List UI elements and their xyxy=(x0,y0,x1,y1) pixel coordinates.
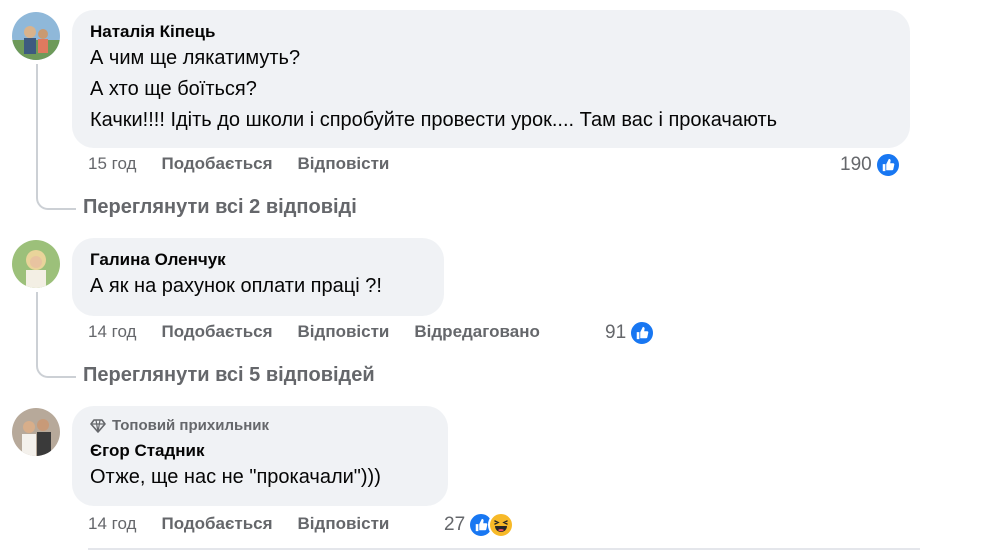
comment-text-line: Отже, ще нас не "прокачали"))) xyxy=(90,466,381,488)
comment-timestamp[interactable]: 15 год xyxy=(88,154,136,174)
top-fan-badge[interactable]: Топовий прихильник xyxy=(90,416,432,436)
comment-actions: 14 год Подобається Відповісти Відредагов… xyxy=(88,322,540,342)
comment-timestamp[interactable]: 14 год xyxy=(88,322,136,342)
reaction-summary[interactable]: 190 xyxy=(840,152,901,178)
comment-author[interactable]: Наталія Кіпець xyxy=(90,21,894,43)
comment-text-line: А чим ще лякатимуть? xyxy=(90,47,301,69)
reaction-summary[interactable]: 27 xyxy=(444,512,515,538)
like-button[interactable]: Подобається xyxy=(161,322,272,342)
view-replies-link[interactable]: Переглянути всі 2 відповіді xyxy=(83,196,357,219)
comment-timestamp[interactable]: 14 год xyxy=(88,514,136,534)
diamond-icon xyxy=(90,419,106,433)
next-comment-edge xyxy=(88,548,920,550)
like-icon xyxy=(874,152,901,178)
comment-bubble: Галина Оленчук А як на рахунок оплати пр… xyxy=(72,238,444,316)
reaction-count: 27 xyxy=(444,514,466,535)
reply-button[interactable]: Відповісти xyxy=(298,154,390,174)
thread-line xyxy=(36,64,38,184)
comment-actions: 15 год Подобається Відповісти xyxy=(88,154,389,174)
reaction-count: 91 xyxy=(605,322,627,343)
thread-hook xyxy=(36,352,76,378)
comment-text-line: Качки!!!! Ідіть до школи і спробуйте про… xyxy=(90,109,778,131)
avatar[interactable] xyxy=(12,240,60,288)
thread-hook xyxy=(36,184,76,210)
reply-button[interactable]: Відповісти xyxy=(298,322,390,342)
reply-button[interactable]: Відповісти xyxy=(298,514,390,534)
haha-icon xyxy=(488,512,515,538)
edited-label[interactable]: Відредаговано xyxy=(414,322,539,342)
thread-line xyxy=(36,292,38,352)
reaction-count: 190 xyxy=(840,154,872,175)
like-button[interactable]: Подобається xyxy=(161,154,272,174)
comment-text-line: А хто ще боїться? xyxy=(90,78,257,100)
comment-author[interactable]: Галина Оленчук xyxy=(90,249,428,271)
avatar[interactable] xyxy=(12,12,60,60)
badge-label: Топовий прихильник xyxy=(112,417,269,434)
comment-bubble: Топовий прихильник Єгор Стадник Отже, ще… xyxy=(72,406,448,506)
comment-bubble: Наталія Кіпець А чим ще лякатимуть? А хт… xyxy=(72,10,910,148)
reaction-summary[interactable]: 91 xyxy=(605,320,656,346)
avatar[interactable] xyxy=(12,408,60,456)
like-icon xyxy=(629,320,656,346)
like-button[interactable]: Подобається xyxy=(161,514,272,534)
comment-text-line: А як на рахунок оплати праці ?! xyxy=(90,275,382,297)
view-replies-link[interactable]: Переглянути всі 5 відповідей xyxy=(83,364,375,387)
comment-actions: 14 год Подобається Відповісти xyxy=(88,514,389,534)
comment-author[interactable]: Єгор Стадник xyxy=(90,440,432,462)
